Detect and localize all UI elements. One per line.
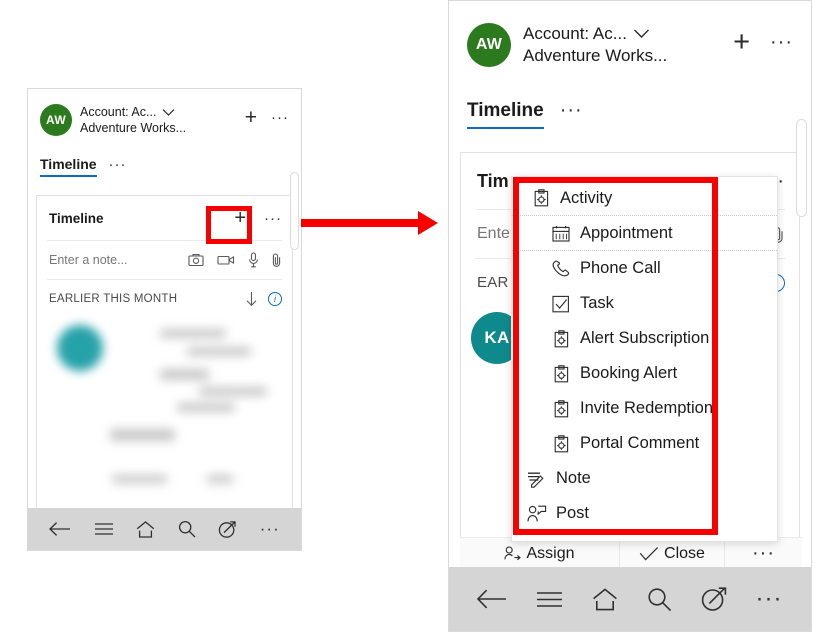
tab-active-underline <box>467 126 544 129</box>
section-actions: i <box>245 291 282 307</box>
tabs-more-button[interactable]: ··· <box>109 156 127 173</box>
add-record-button[interactable]: + <box>733 28 750 57</box>
entry-text <box>177 403 235 412</box>
tab-active-underline <box>40 175 97 177</box>
microphone-icon[interactable] <box>248 252 259 268</box>
attachment-icon[interactable] <box>272 252 282 268</box>
home-icon[interactable] <box>136 520 155 538</box>
transition-arrow-line <box>301 219 419 227</box>
compass-icon[interactable] <box>218 520 237 539</box>
arrow-down-icon[interactable] <box>245 291 258 307</box>
assign-label: Assign <box>526 544 575 562</box>
note-input-row[interactable]: Enter a note... <box>37 241 292 279</box>
note-input-icons <box>188 252 282 268</box>
more-icon[interactable]: ··· <box>260 519 280 539</box>
assign-user-icon <box>504 546 522 561</box>
info-glyph: i <box>274 294 276 304</box>
entry-avatar-initials: KA <box>484 328 510 347</box>
section-label: EARLIER THIS MONTH <box>49 293 178 305</box>
record-name: Adventure Works... <box>523 45 668 65</box>
left-tabstrip: Timeline ··· <box>28 136 301 177</box>
right-record-header: AW Account: Ac... Adventure Works... + ·… <box>449 1 811 67</box>
timeline-add-button-highlight <box>206 206 252 244</box>
more-icon: ··· <box>752 542 775 564</box>
left-navbar: ··· <box>28 508 301 550</box>
right-scrollbar[interactable] <box>796 119 807 217</box>
tab-timeline-label: Timeline <box>40 156 97 172</box>
close-label: Close <box>664 544 705 562</box>
card-title: Tim <box>477 170 509 191</box>
back-icon[interactable] <box>49 521 71 537</box>
timeline-section-header: EARLIER THIS MONTH i <box>37 280 292 313</box>
card-title: Timeline <box>49 210 104 226</box>
menu-icon[interactable] <box>536 590 563 609</box>
entry-text <box>199 387 267 396</box>
command-bar-more-button[interactable]: ··· <box>725 538 802 569</box>
chevron-down-icon[interactable] <box>633 28 650 39</box>
left-phone-body: AW Account: Ac... Adventure Works... + ·… <box>28 89 301 510</box>
check-icon <box>639 546 659 562</box>
left-record-header: AW Account: Ac... Adventure Works... + ·… <box>28 89 301 136</box>
content-fade <box>37 475 292 509</box>
header-actions: + ··· <box>733 23 793 57</box>
card-more-button[interactable]: ··· <box>264 210 282 227</box>
avatar-initials: AW <box>46 113 66 127</box>
header-more-button[interactable]: ··· <box>770 31 793 54</box>
header-actions: + ··· <box>245 104 289 128</box>
left-scrollbar[interactable] <box>290 172 299 250</box>
assign-button[interactable]: Assign <box>460 538 620 569</box>
entry-avatar <box>57 325 103 371</box>
record-title: Account: Ac... Adventure Works... <box>523 23 667 67</box>
tabs-more-button[interactable]: ··· <box>560 99 583 122</box>
tab-timeline-label: Timeline <box>467 100 544 121</box>
avatar-initials: AW <box>475 36 503 53</box>
right-navbar: ··· <box>449 567 811 631</box>
header-more-button[interactable]: ··· <box>271 109 289 126</box>
entry-text <box>160 369 209 380</box>
right-phone-frame: AW Account: Ac... Adventure Works... + ·… <box>448 0 812 632</box>
screenshot-root: AW Account: Ac... Adventure Works... + ·… <box>0 0 818 632</box>
left-timeline-card: Timeline + ··· Enter a note... EARLIER T… <box>36 195 293 510</box>
note-input-placeholder: Ente <box>477 225 510 242</box>
menu-icon[interactable] <box>94 522 114 536</box>
chevron-down-icon[interactable] <box>162 108 175 117</box>
tab-timeline[interactable]: Timeline <box>40 156 97 177</box>
close-button[interactable]: Close <box>620 538 725 569</box>
record-type-name: Account: Ac... <box>80 105 157 119</box>
entry-text <box>187 347 251 356</box>
section-label: EAR <box>477 274 509 291</box>
more-icon[interactable]: ··· <box>756 585 783 613</box>
record-type-name: Account: Ac... <box>523 24 627 43</box>
left-phone-frame: AW Account: Ac... Adventure Works... + ·… <box>27 88 302 551</box>
record-name: Adventure Works... <box>80 121 187 135</box>
context-menu-highlight <box>513 177 718 535</box>
record-title: Account: Ac... Adventure Works... <box>80 104 186 136</box>
tab-timeline[interactable]: Timeline <box>467 100 544 129</box>
avatar: AW <box>467 23 511 67</box>
avatar: AW <box>40 104 72 136</box>
search-icon[interactable] <box>647 587 672 612</box>
card-header: Timeline + ··· <box>37 196 292 240</box>
right-tabstrip: Timeline ··· <box>449 67 811 129</box>
home-icon[interactable] <box>592 587 618 611</box>
back-icon[interactable] <box>477 588 507 610</box>
search-icon[interactable] <box>178 520 196 538</box>
compass-icon[interactable] <box>701 586 727 612</box>
info-icon[interactable]: i <box>268 292 282 306</box>
entry-text <box>160 329 226 338</box>
right-phone-body: AW Account: Ac... Adventure Works... + ·… <box>449 1 811 569</box>
entry-text <box>110 429 175 441</box>
note-input-placeholder: Enter a note... <box>49 253 128 267</box>
transition-arrow-head <box>418 211 438 235</box>
camera-icon[interactable] <box>188 253 204 267</box>
video-icon[interactable] <box>217 254 235 266</box>
add-record-button[interactable]: + <box>245 107 257 128</box>
